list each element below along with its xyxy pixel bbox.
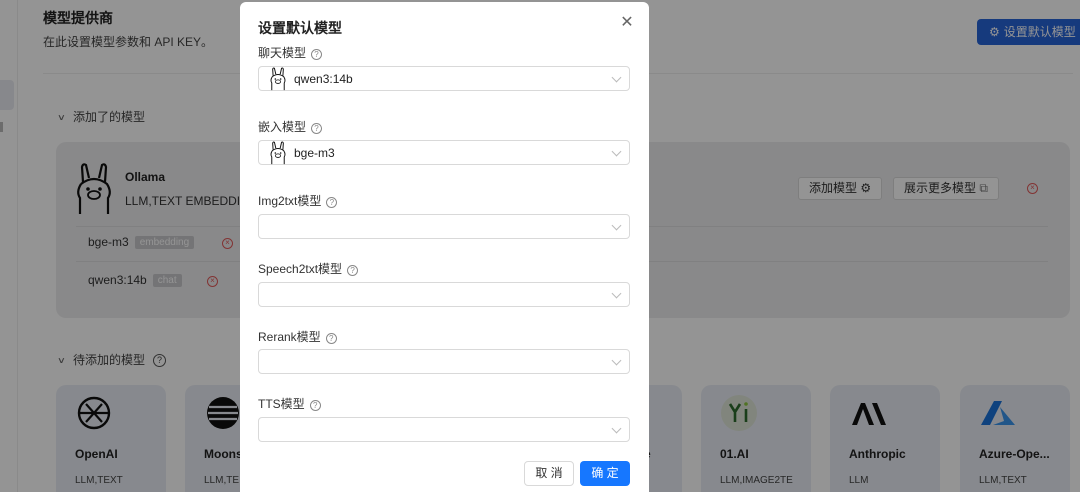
ok-button[interactable]: 确 定 <box>580 461 630 486</box>
chat-model-label: 聊天模型? <box>258 44 323 61</box>
tts-model-label: TTS模型? <box>258 395 321 412</box>
field-label-text: Img2txt模型 <box>258 194 322 208</box>
chevron-down-icon <box>611 220 622 231</box>
rerank-model-label: Rerank模型? <box>258 328 337 345</box>
embedding-model-value: bge-m3 <box>294 146 335 160</box>
help-icon[interactable]: ? <box>325 333 337 344</box>
chevron-down-icon <box>611 146 622 157</box>
help-icon[interactable]: ? <box>311 49 323 60</box>
close-icon[interactable]: ✕ <box>620 15 634 31</box>
chevron-down-icon <box>611 72 622 83</box>
field-label-text: 聊天模型 <box>258 46 307 60</box>
cancel-button[interactable]: 取 消 <box>524 461 574 486</box>
rerank-model-select[interactable] <box>258 349 630 374</box>
field-label-text: Speech2txt模型 <box>258 262 343 276</box>
help-icon[interactable]: ? <box>326 197 338 208</box>
field-label-text: TTS模型 <box>258 397 305 411</box>
ollama-llama-icon <box>267 141 289 165</box>
chevron-down-icon <box>611 288 622 299</box>
ollama-llama-icon <box>267 67 289 91</box>
set-default-model-dialog: 设置默认模型 ✕ 聊天模型? qwen3:14b 嵌入模型? bge-m3 Im… <box>240 2 649 492</box>
help-icon[interactable]: ? <box>311 123 323 134</box>
embedding-model-select[interactable]: bge-m3 <box>258 140 630 165</box>
help-icon[interactable]: ? <box>347 265 359 276</box>
tts-model-select[interactable] <box>258 417 630 442</box>
img2txt-model-select[interactable] <box>258 214 630 239</box>
speech2txt-model-select[interactable] <box>258 282 630 307</box>
help-icon[interactable]: ? <box>309 400 321 411</box>
dialog-title: 设置默认模型 <box>258 20 342 36</box>
field-label-text: 嵌入模型 <box>258 120 307 134</box>
chat-model-value: qwen3:14b <box>294 72 353 86</box>
speech2txt-model-label: Speech2txt模型? <box>258 260 359 277</box>
chat-model-select[interactable]: qwen3:14b <box>258 66 630 91</box>
field-label-text: Rerank模型 <box>258 330 321 344</box>
chevron-down-icon <box>611 423 622 434</box>
embedding-model-label: 嵌入模型? <box>258 118 323 135</box>
chevron-down-icon <box>611 355 622 366</box>
img2txt-model-label: Img2txt模型? <box>258 192 338 209</box>
